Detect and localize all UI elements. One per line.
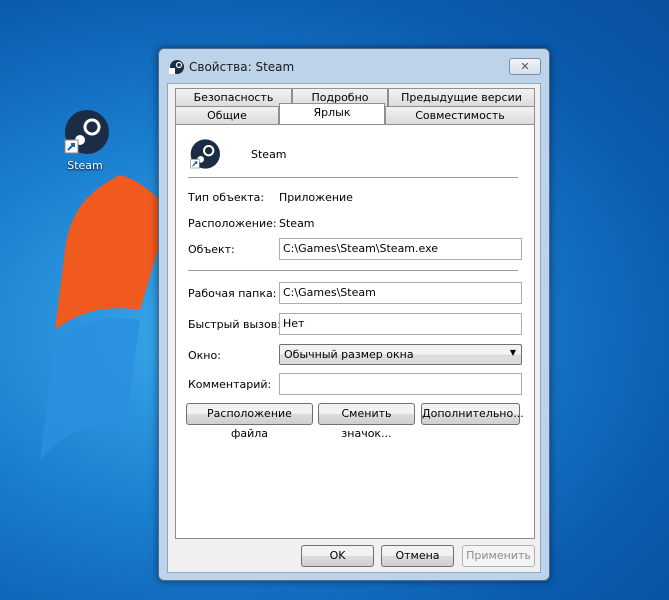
tab-shortcut[interactable]: Ярлык bbox=[279, 103, 385, 124]
steam-icon bbox=[190, 139, 220, 169]
location-label: Расположение: bbox=[188, 217, 277, 230]
run-select[interactable]: Обычный размер окна ▼ bbox=[279, 344, 522, 365]
type-value: Приложение bbox=[279, 191, 353, 204]
chevron-down-icon: ▼ bbox=[509, 348, 516, 357]
tab-general[interactable]: Общие bbox=[175, 106, 279, 124]
cancel-button[interactable]: Отмена bbox=[381, 545, 454, 567]
run-select-value: Обычный размер окна bbox=[284, 348, 414, 361]
comment-label: Комментарий: bbox=[188, 378, 272, 391]
window-title: Свойства: Steam bbox=[189, 60, 295, 74]
shortcut-name: Steam bbox=[251, 148, 287, 161]
startin-label: Рабочая папка: bbox=[188, 287, 277, 300]
type-label: Тип объекта: bbox=[188, 191, 265, 204]
tab-compatibility[interactable]: Совместимость bbox=[385, 106, 535, 124]
target-input[interactable]: C:\Games\Steam\Steam.exe bbox=[279, 238, 522, 260]
advanced-button[interactable]: Дополнительно... bbox=[421, 403, 524, 425]
properties-dialog: Свойства: Steam ✕ Безопасность Подробно … bbox=[158, 48, 550, 581]
desktop-icon-label: Steam bbox=[67, 159, 103, 172]
target-label: Объект: bbox=[188, 243, 235, 256]
steam-icon bbox=[64, 110, 109, 154]
comment-input[interactable] bbox=[279, 373, 522, 395]
tab-security[interactable]: Безопасность bbox=[175, 88, 292, 106]
startin-input[interactable]: C:\Games\Steam bbox=[279, 282, 522, 304]
tab-previous-versions[interactable]: Предыдущие версии bbox=[388, 88, 535, 106]
apply-button[interactable]: Применить bbox=[462, 545, 535, 567]
run-label: Окно: bbox=[188, 349, 221, 362]
close-button[interactable]: ✕ bbox=[509, 58, 541, 75]
location-value: Steam bbox=[279, 217, 315, 230]
separator bbox=[188, 270, 518, 271]
steam-icon bbox=[169, 60, 184, 74]
hotkey-label: Быстрый вызов: bbox=[188, 318, 281, 331]
separator bbox=[188, 177, 518, 178]
dialog-client: Безопасность Подробно Предыдущие версии … bbox=[167, 83, 541, 573]
ok-button[interactable]: OK bbox=[301, 545, 374, 567]
desktop-icon-steam[interactable]: Steam bbox=[56, 108, 114, 172]
shortcut-panel: Steam Тип объекта: Приложение Расположен… bbox=[175, 124, 535, 539]
open-file-location-button[interactable]: Расположение файла bbox=[186, 403, 313, 440]
hotkey-input[interactable]: Нет bbox=[279, 313, 522, 335]
change-icon-button[interactable]: Сменить значок... bbox=[318, 403, 415, 440]
